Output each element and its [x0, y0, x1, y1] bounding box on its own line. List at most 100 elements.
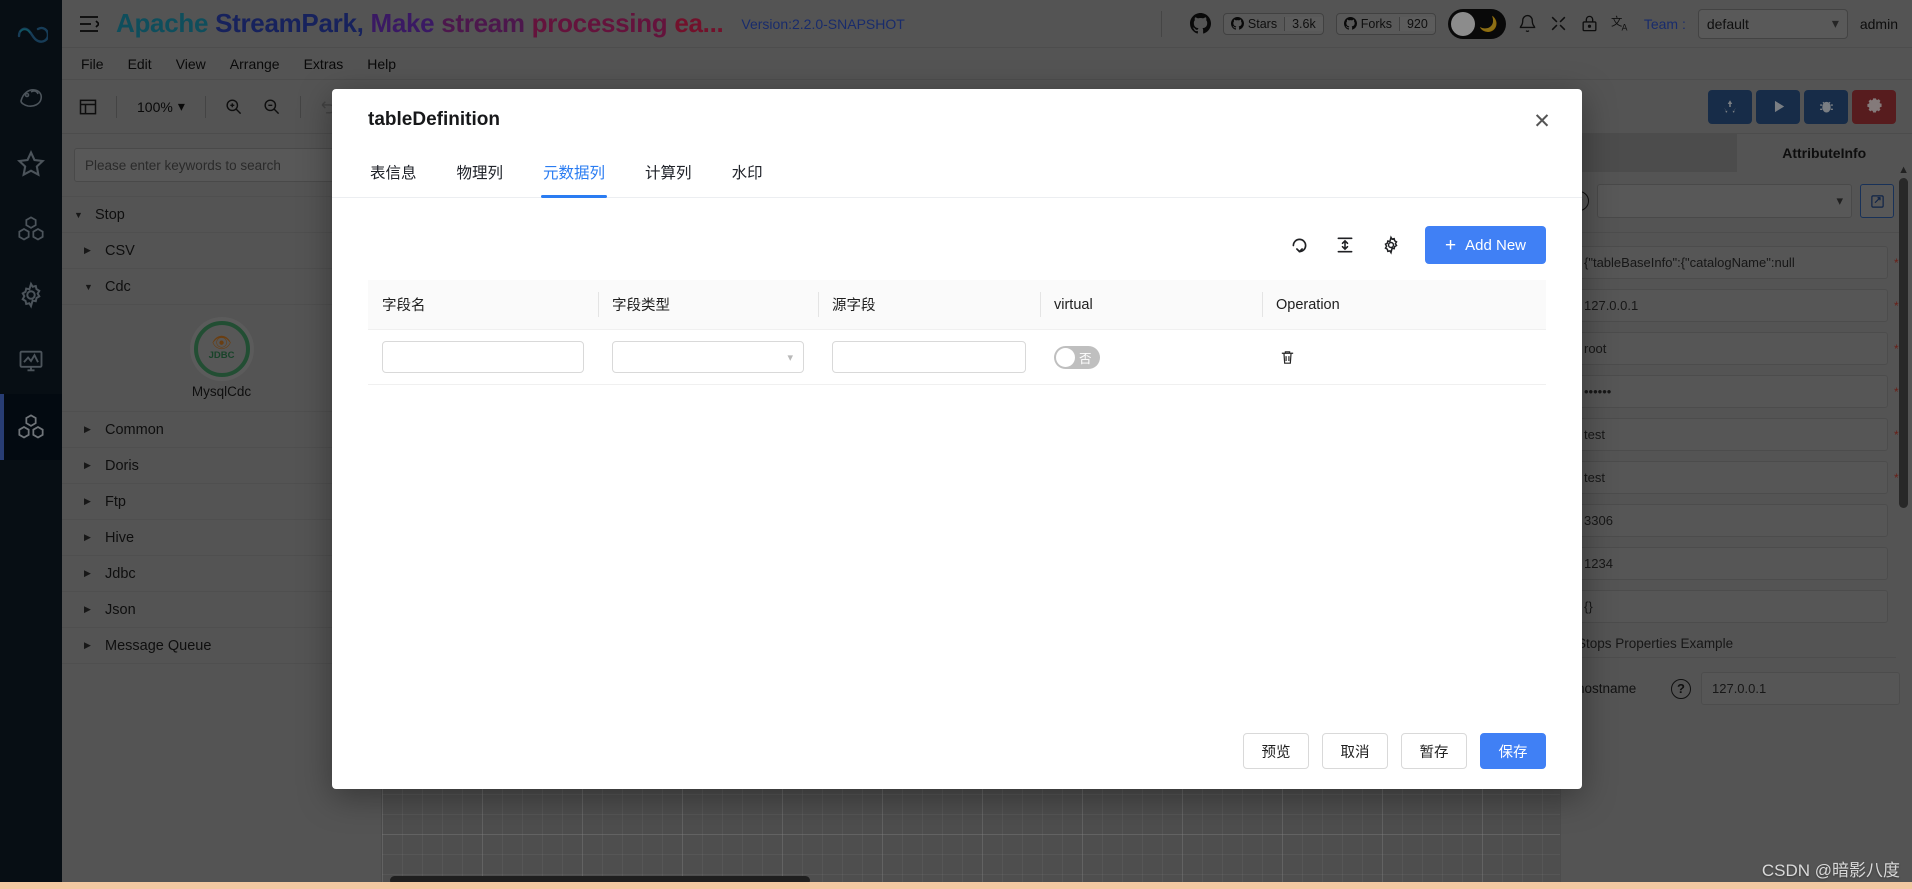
field-type-select[interactable]: ▾ — [612, 341, 804, 373]
tree-item-label: Message Queue — [105, 637, 212, 654]
menu-toggle-icon[interactable] — [76, 11, 102, 37]
attribute-input[interactable]: {"tableBaseInfo":{"catalogName":null — [1573, 246, 1888, 279]
team-select[interactable]: default ▾ — [1697, 8, 1848, 39]
add-new-button[interactable]: + Add New — [1425, 226, 1546, 264]
zoom-level-value: 100% — [137, 98, 173, 115]
cubes-active-icon[interactable] — [0, 394, 62, 460]
col-field-type: 字段类型 — [598, 280, 818, 330]
density-icon[interactable] — [1333, 233, 1357, 257]
tab-left-empty[interactable] — [1561, 134, 1737, 172]
cancel-button[interactable]: 取消 — [1322, 733, 1388, 769]
cell-field-type: ▾ — [598, 329, 818, 385]
tab-attributeinfo[interactable]: AttributeInfo — [1737, 134, 1912, 172]
dialog-tabs: 表信息 物理列 元数据列 计算列 水印 — [332, 151, 1582, 198]
tree-item-label: Json — [105, 601, 136, 618]
scroll-up-arrow-icon[interactable]: ▲ — [1898, 164, 1909, 176]
svg-text:A: A — [1621, 24, 1627, 34]
tab-metadata-columns[interactable]: 元数据列 — [541, 151, 608, 198]
attribute-input[interactable]: test — [1573, 461, 1888, 494]
zoom-out-icon[interactable] — [256, 92, 288, 122]
menu-item-view[interactable]: View — [167, 53, 215, 75]
run-button[interactable] — [1756, 89, 1800, 124]
star-icon[interactable] — [0, 130, 62, 196]
cell-operation — [1262, 329, 1546, 385]
zoom-in-icon[interactable] — [218, 92, 250, 122]
tree-item-label: Hive — [105, 529, 135, 546]
flink-icon[interactable] — [0, 64, 62, 130]
team-select-value: default — [1706, 15, 1749, 32]
attribute-input[interactable]: 127.0.0.1 — [1573, 289, 1888, 322]
app-root: Apache StreamPark, Make stream processin… — [0, 0, 1912, 889]
tab-physical-columns[interactable]: 物理列 — [455, 151, 506, 197]
stops-properties-title: Stops Properties Example — [1577, 636, 1734, 651]
menu-item-file[interactable]: File — [72, 53, 113, 75]
settings-button[interactable] — [1852, 89, 1896, 124]
theme-toggle[interactable]: 🌙 — [1447, 8, 1506, 39]
field-name-input[interactable] — [382, 341, 584, 373]
tab-watermark[interactable]: 水印 — [730, 151, 765, 197]
chevron-right-icon: ▶ — [84, 604, 91, 614]
preview-button[interactable]: 预览 — [1243, 733, 1309, 769]
debug-button[interactable] — [1804, 89, 1848, 124]
attribute-password-input[interactable]: •••••• — [1573, 375, 1888, 408]
forks-label: Forks — [1360, 16, 1392, 31]
source-field-input[interactable] — [832, 341, 1026, 373]
notification-bell-icon[interactable] — [1518, 14, 1537, 33]
col-source-field: 源字段 — [818, 280, 1040, 330]
user-name[interactable]: admin — [1860, 16, 1898, 32]
section-divider — [1577, 657, 1896, 658]
github-stars-badge[interactable]: Stars 3.6k — [1222, 12, 1324, 35]
fullscreen-icon[interactable] — [1549, 14, 1568, 33]
dialog-footer: 预览 取消 暂存 保存 — [332, 713, 1582, 789]
stop-node-label: MysqlCdc — [191, 384, 252, 399]
gear-icon[interactable] — [0, 262, 62, 328]
attribute-select[interactable]: ▾ — [1597, 184, 1852, 218]
logo-icon[interactable] — [0, 8, 62, 64]
attribute-panel-scrollbar[interactable] — [1899, 178, 1908, 508]
menu-item-arrange[interactable]: Arrange — [221, 53, 289, 75]
edit-icon-button[interactable] — [1860, 184, 1894, 218]
chevron-right-icon: ▶ — [84, 568, 91, 578]
forks-label-group: Forks — [1337, 17, 1399, 31]
property-value-input[interactable]: 127.0.0.1 — [1701, 672, 1900, 705]
reload-icon[interactable] — [1287, 233, 1311, 257]
virtual-toggle[interactable]: 否 — [1054, 345, 1100, 369]
close-icon[interactable]: ✕ — [1530, 109, 1554, 133]
chevron-down-icon: ▼ — [74, 209, 83, 220]
tab-table-info[interactable]: 表信息 — [368, 151, 419, 197]
monitor-chart-icon[interactable] — [0, 328, 62, 394]
menu-item-edit[interactable]: Edit — [119, 53, 161, 75]
chevron-down-icon: ▾ — [177, 98, 185, 114]
search-input[interactable]: Please enter keywords to search — [74, 148, 369, 182]
attribute-input[interactable]: 3306 — [1573, 504, 1888, 537]
lock-icon[interactable] — [1580, 14, 1599, 33]
virtual-toggle-label: 否 — [1079, 351, 1092, 366]
github-icon[interactable] — [1189, 13, 1211, 34]
attribute-input[interactable]: {} — [1573, 590, 1888, 623]
attribute-field-row: 127.0.0.1 * — [1561, 284, 1912, 327]
delete-row-icon[interactable] — [1276, 349, 1298, 366]
attribute-input[interactable]: 1234 — [1573, 547, 1888, 580]
save-button[interactable]: 保存 — [1480, 733, 1546, 769]
draft-save-button[interactable]: 暂存 — [1401, 733, 1467, 769]
github-forks-badge[interactable]: Forks 920 — [1335, 12, 1436, 35]
chevron-right-icon: ▶ — [84, 496, 91, 506]
forks-count: 920 — [1398, 16, 1435, 31]
property-row-hostname: hostname ? 127.0.0.1 — [1561, 668, 1912, 709]
attribute-input[interactable]: test — [1573, 418, 1888, 451]
cubes-icon[interactable] — [0, 196, 62, 262]
attribute-input[interactable]: root — [1573, 332, 1888, 365]
menu-item-help[interactable]: Help — [358, 53, 405, 75]
zoom-level-select[interactable]: 100% ▾ — [129, 98, 193, 115]
menu-item-extras[interactable]: Extras — [295, 53, 353, 75]
tree-item-label: Jdbc — [105, 565, 136, 582]
layout-panel-icon[interactable] — [72, 92, 104, 122]
table-definition-dialog: tableDefinition ✕ 表信息 物理列 元数据列 计算列 水印 + … — [332, 89, 1582, 789]
tab-computed-columns[interactable]: 计算列 — [643, 151, 694, 197]
translate-icon[interactable]: 文A — [1611, 13, 1632, 34]
menu-bar: File Edit View Arrange Extras Help — [62, 48, 1912, 80]
deploy-button[interactable] — [1708, 89, 1752, 124]
help-icon[interactable]: ? — [1671, 678, 1691, 699]
chevron-down-icon: ▾ — [787, 351, 793, 364]
gear-icon[interactable] — [1379, 233, 1403, 257]
